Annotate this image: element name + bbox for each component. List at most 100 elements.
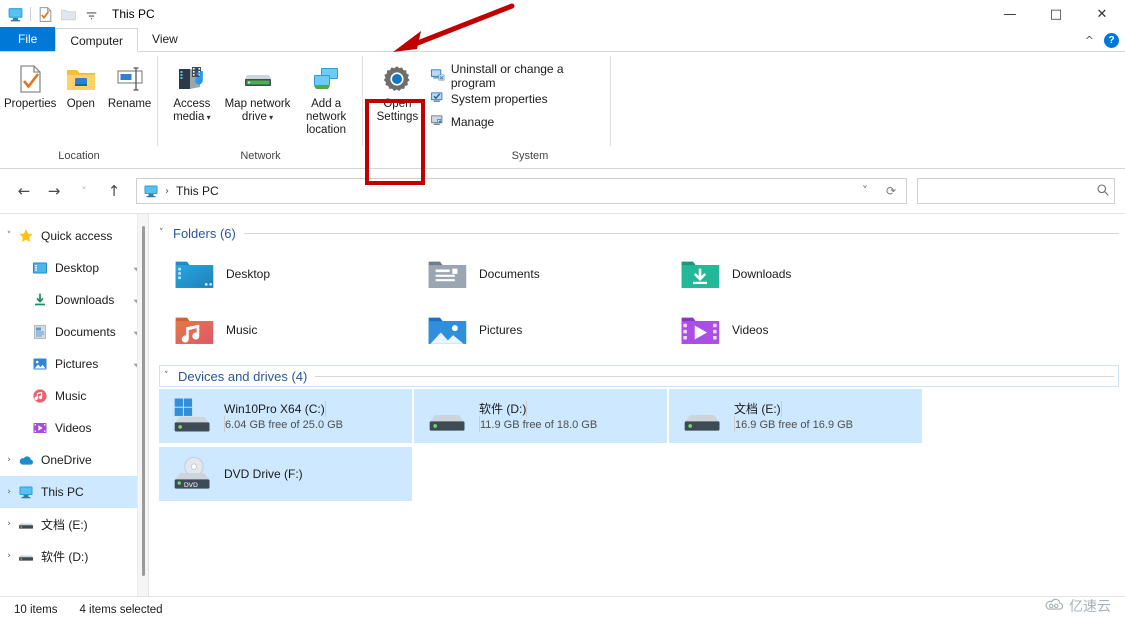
forward-button[interactable]: → [40,177,68,205]
sidebar-item-this-pc[interactable]: › This PC [0,476,148,508]
chevron-right-icon[interactable]: › [0,455,18,465]
folder-music-icon [173,308,215,353]
uninstall-program-command[interactable]: Uninstall or change a program [428,65,607,86]
folder-tile[interactable]: Downloads [665,246,918,302]
system-group-body: Open Settings Uninstall or change a [363,52,611,148]
sidebar-label: Quick access [41,229,112,243]
drive-tile[interactable]: DVD DVD Drive (F:) [159,447,412,501]
search-box[interactable] [917,178,1115,204]
drive-tile[interactable]: Win10Pro X64 (C:) 6.04 GB free of 25.0 G… [159,389,412,443]
help-icon[interactable]: ? [1104,33,1119,48]
open-folder-icon [65,62,97,96]
hard-drive-icon [681,393,725,440]
this-pc-icon[interactable] [7,6,24,23]
title-bar: This PC — □ ✕ [0,0,1125,28]
sidebar-label: Documents [55,325,116,339]
up-button[interactable]: ↑ [100,177,128,205]
folders-group-header[interactable]: ˅ Folders (6) [159,222,1119,244]
new-folder-icon[interactable] [60,6,77,23]
sidebar-item-drive-e[interactable]: › 文档 (E:) [0,508,148,540]
open-button[interactable]: Open [56,58,105,128]
sidebar-item-documents[interactable]: Documents [0,316,148,348]
sidebar-item-music[interactable]: Music [0,380,148,412]
open-label: Open [56,98,105,111]
sidebar-item-drive-d[interactable]: › 软件 (D:) [0,540,148,572]
folder-name: Documents [479,267,540,281]
sidebar-item-pictures[interactable]: Pictures [0,348,148,380]
drive-tile[interactable]: 软件 (D:) 11.9 GB free of 18.0 GB [414,389,667,443]
ribbon-tab-strip[interactable]: File Computer View ^ ? [0,28,1125,52]
selection-count-label: 4 items selected [79,604,162,616]
breadcrumb-right-controls: ˅ ⟳ [852,179,904,203]
address-bar: ← → ˅ ↑ › This PC ˅ ⟳ [0,169,1125,213]
drive-tile[interactable]: 文档 (E:) 16.9 GB free of 16.9 GB [669,389,922,443]
sidebar-item-desktop[interactable]: Desktop [0,252,148,284]
system-properties-command[interactable]: System properties [428,88,607,109]
search-icon[interactable] [1096,183,1110,200]
chevron-right-icon[interactable]: › [0,487,18,497]
maximize-button[interactable]: □ [1033,0,1079,28]
folder-tile[interactable]: Documents [412,246,665,302]
properties-button[interactable]: Properties [4,58,56,128]
sidebar-scrollbar[interactable] [137,214,148,596]
manage-command[interactable]: Manage [428,111,607,132]
window-title: This PC [112,7,155,21]
sidebar-item-videos[interactable]: Videos [0,412,148,444]
collapse-ribbon-icon[interactable]: ^ [1085,34,1094,47]
back-button[interactable]: ← [10,177,38,205]
search-input[interactable] [925,183,1096,199]
file-list-pane[interactable]: ˅ Folders (6) [149,214,1125,596]
chevron-down-icon[interactable]: ˅ [164,371,178,381]
drive-name: DVD Drive (F:) [224,467,303,481]
close-button[interactable]: ✕ [1079,0,1125,28]
drive-name: 软件 (D:) [479,402,526,416]
documents-icon [32,324,48,340]
chevron-down-icon[interactable]: ˅ [0,231,18,241]
tab-file[interactable]: File [0,27,55,51]
properties-icon[interactable] [37,6,54,23]
chevron-down-icon[interactable]: ˅ [159,228,173,238]
chevron-right-icon[interactable]: › [0,519,18,529]
sidebar-scrollbar-thumb[interactable] [142,226,145,576]
refresh-icon[interactable]: ⟳ [878,179,904,203]
folders-group-label: Folders (6) [173,226,236,241]
folder-tile[interactable]: Music [159,302,412,358]
sidebar-item-downloads[interactable]: Downloads [0,284,148,316]
watermark-text: 亿速云 [1069,596,1111,616]
breadcrumb-bar[interactable]: › This PC ˅ ⟳ [136,178,907,204]
drive-free-space: 6.04 GB free of 25.0 GB [225,419,343,431]
sidebar-item-quick-access[interactable]: ˅ Quick access [0,220,148,252]
ribbon-right-controls[interactable]: ^ ? [1085,33,1119,48]
navigation-pane[interactable]: ˅ Quick access Desktop [0,214,148,596]
map-network-drive-button[interactable]: Map network drive ▾ [222,58,294,128]
folder-pictures-icon [426,308,468,353]
qat-divider [30,7,31,21]
path-dropdown-icon[interactable]: ˅ [852,179,878,203]
access-media-icon [176,62,208,96]
recent-locations-button[interactable]: ˅ [70,177,98,205]
access-media-button[interactable]: Access media ▾ [162,58,222,128]
customize-dropdown-icon[interactable] [83,6,100,23]
minimize-button[interactable]: — [987,0,1033,28]
breadcrumb-this-pc[interactable]: This PC [176,184,219,198]
add-network-location-button[interactable]: Add a network location [293,58,359,137]
tab-view[interactable]: View [138,27,192,51]
folder-documents-icon [426,252,468,297]
open-settings-button[interactable]: Open Settings [371,58,424,128]
manage-icon [430,113,445,131]
system-properties-label: System properties [451,92,548,106]
add-network-location-icon [310,62,342,96]
downloads-icon [32,292,48,308]
drives-group-header[interactable]: ˅ Devices and drives (4) [159,365,1119,387]
chevron-right-icon[interactable]: › [0,551,18,561]
open-settings-text: Open Settings [377,98,419,123]
desktop-icon [32,260,48,276]
folder-tile[interactable]: Videos [665,302,918,358]
folder-tile[interactable]: Pictures [412,302,665,358]
rename-button[interactable]: Rename [105,58,154,128]
folder-tile[interactable]: Desktop [159,246,412,302]
quick-access-toolbar[interactable] [0,6,100,23]
window-controls[interactable]: — □ ✕ [987,0,1125,28]
tab-computer[interactable]: Computer [55,28,138,52]
sidebar-item-onedrive[interactable]: › OneDrive [0,444,148,476]
